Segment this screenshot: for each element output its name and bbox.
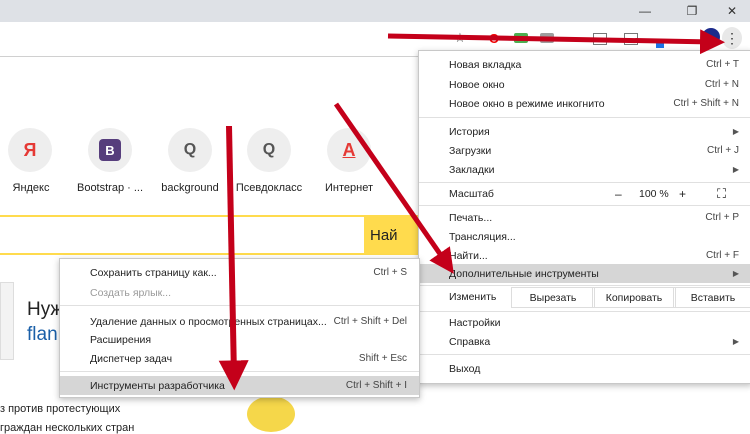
arrow-to-menu-button [387, 29, 725, 55]
arrow-to-more-tools [333, 102, 454, 274]
arrow-to-dev-tools [218, 125, 249, 391]
annotation-arrows [218, 29, 725, 391]
